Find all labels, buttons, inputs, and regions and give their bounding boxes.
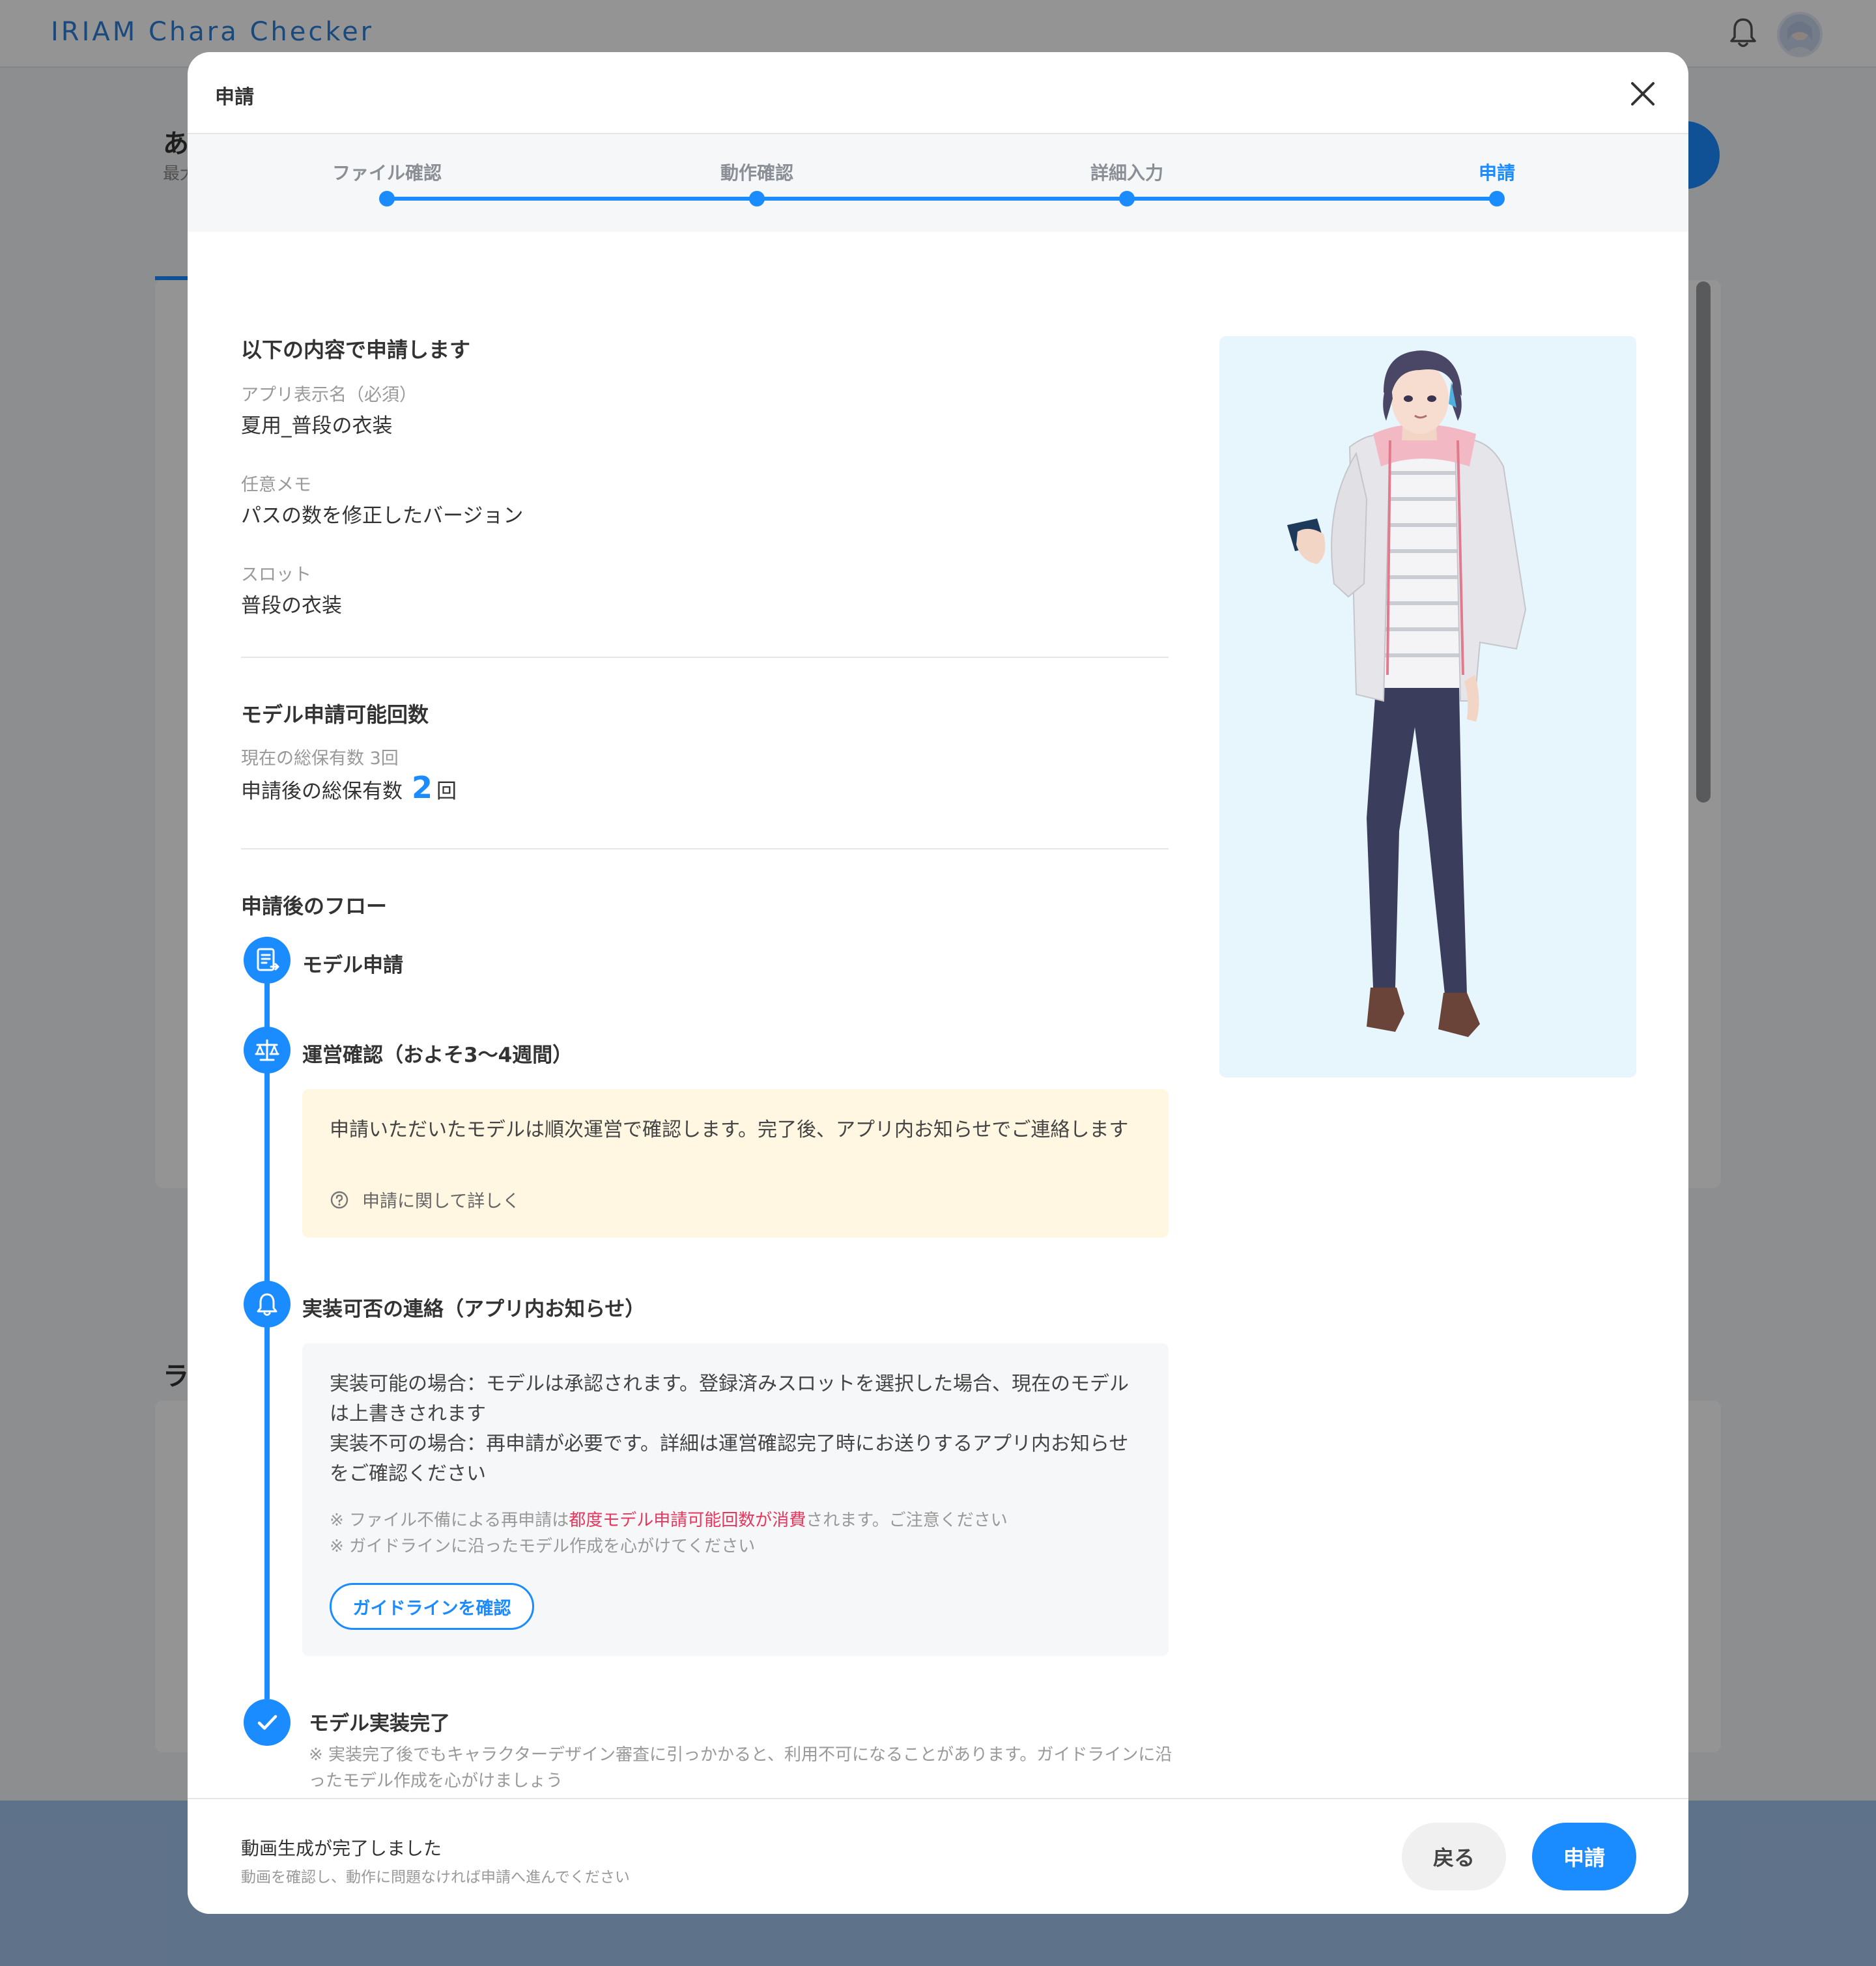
divider (241, 657, 1169, 658)
modal-header: 申請 (188, 52, 1688, 134)
quota-after-count: 2 (412, 770, 433, 805)
memo-label: 任意メモ (241, 475, 311, 495)
guideline-button[interactable]: ガイドラインを確認 (330, 1583, 534, 1630)
modal-title: 申請 (215, 86, 254, 109)
guideline-warning: ※ ガイドラインに沿ったモデル作成を心がけてください (330, 1537, 756, 1556)
resubmit-warning: ※ ファイル不備による再申請は都度モデル申請可能回数が消費されます。ご注意くださ… (330, 1507, 1144, 1533)
resubmit-warning-post: されます。ご注意ください (806, 1511, 1008, 1530)
modal-content: 以下の内容で申請します アプリ表示名（必須） 夏用_普段の衣装 任意メモ パスの… (188, 232, 1688, 1849)
step-dot (1119, 191, 1135, 207)
character-illustration (1287, 350, 1527, 1037)
document-icon (257, 948, 279, 971)
modal-footer: 動画生成が完了しました 動画を確認し、動作に問題なければ申請へ進んでください 戻… (188, 1798, 1688, 1914)
step-file-check: ファイル確認 (289, 134, 485, 232)
app-display-name-value: 夏用_普段の衣装 (241, 414, 393, 438)
review-detail-link[interactable]: 申請に関して詳しく (330, 1187, 520, 1212)
flow-step-2 (244, 1027, 291, 1074)
result-note-box: 実装可能の場合：モデルは承認されます。登録済みスロットを選択した場合、現在のモデ… (302, 1343, 1169, 1656)
flow-step-3-title: 実装可否の連絡（アプリ内お知らせ） (302, 1298, 646, 1321)
step-motion-check: 動作確認 (659, 134, 855, 232)
slot-label: スロット (241, 565, 311, 585)
step-apply: 申請 (1399, 134, 1595, 232)
apply-modal: 申請 ファイル確認 動作確認 詳細入力 申請 以下の内容で申請します アプリ表示… (188, 52, 1688, 1914)
character-preview (1219, 336, 1636, 1077)
step-dot (1489, 191, 1505, 207)
bell-icon (257, 1293, 277, 1316)
flow-step-1 (244, 937, 291, 984)
resubmit-warning-pre: ※ ファイル不備による再申請は (330, 1511, 569, 1530)
result-ng-text: 実装不可の場合：再申請が必要です。詳細は運営確認完了時にお送りするアプリ内お知ら… (330, 1432, 1129, 1485)
review-note-box: 申請いただいたモデルは順次運営で確認します。完了後、アプリ内お知らせでご連絡しま… (302, 1089, 1169, 1238)
flow-step-4 (244, 1699, 291, 1746)
quota-after: 申請後の総保有数 2 回 (241, 770, 457, 805)
review-detail-link-label: 申請に関して詳しく (362, 1191, 520, 1212)
flow-step-2-title: 運営確認（およそ3〜4週間） (302, 1044, 573, 1067)
quota-after-unit: 回 (436, 780, 457, 803)
step-label: 詳細入力 (1090, 162, 1163, 184)
quota-after-label: 申請後の総保有数 (241, 780, 403, 803)
stepper-track (383, 197, 1493, 201)
step-details-input: 詳細入力 (1029, 134, 1225, 232)
flow-step-4-title: モデル実装完了 (309, 1712, 450, 1735)
back-button[interactable]: 戻る (1402, 1823, 1506, 1890)
flow-timeline-line (264, 972, 270, 1699)
step-label: 動作確認 (720, 162, 793, 184)
resubmit-warning-red: 都度モデル申請可能回数が消費 (569, 1511, 806, 1530)
flow-step-3 (244, 1281, 291, 1328)
flow-step-1-title: モデル申請 (302, 954, 403, 977)
scale-icon (255, 1039, 279, 1061)
close-icon[interactable] (1626, 77, 1660, 111)
flow-heading: 申請後のフロー (241, 894, 388, 919)
step-label: 申請 (1478, 162, 1515, 184)
app-display-name-label: アプリ表示名（必須） (241, 385, 417, 405)
memo-value: パスの数を修正したバージョン (241, 504, 524, 528)
progress-stepper: ファイル確認 動作確認 詳細入力 申請 (188, 134, 1688, 232)
quota-heading: モデル申請可能回数 (241, 702, 429, 727)
help-circle-icon (330, 1191, 348, 1208)
step-label: ファイル確認 (332, 162, 442, 184)
status-message: 動画生成が完了しました (241, 1838, 442, 1859)
slot-value: 普段の衣装 (241, 594, 342, 618)
check-icon (257, 1715, 277, 1730)
step-dot (749, 191, 765, 207)
status-hint: 動画を確認し、動作に問題なければ申請へ進んでください (241, 1869, 630, 1886)
step-dot (379, 191, 395, 207)
summary-heading: 以下の内容で申請します (241, 337, 471, 362)
submit-button[interactable]: 申請 (1532, 1823, 1636, 1890)
result-ok-text: 実装可能の場合：モデルは承認されます。登録済みスロットを選択した場合、現在のモデ… (330, 1373, 1129, 1425)
quota-current: 現在の総保有数 3回 (241, 748, 399, 769)
final-note: ※ 実装完了後でもキャラクターデザイン審査に引っかかると、利用不可になることがあ… (309, 1745, 1172, 1791)
divider (241, 848, 1169, 849)
review-note-text: 申請いただいたモデルは順次運営で確認します。完了後、アプリ内お知らせでご連絡しま… (330, 1118, 1129, 1141)
